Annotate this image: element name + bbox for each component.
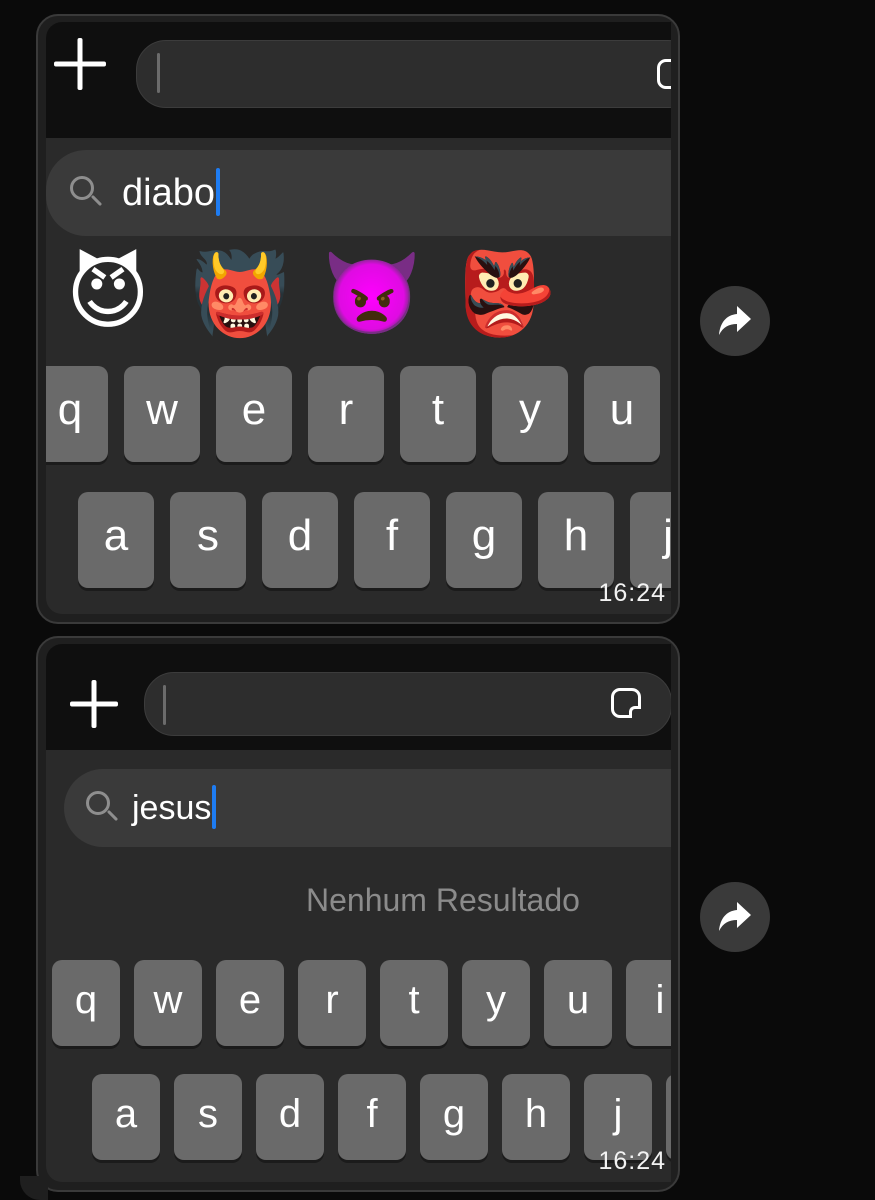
screenshot-image-2: jesus Nenhum Resultado q w e r t y u i a… xyxy=(46,644,671,1182)
text-cursor xyxy=(163,685,166,725)
text-cursor xyxy=(157,53,160,93)
emoji-search-bar[interactable]: diabo xyxy=(46,150,671,236)
key-d[interactable]: d xyxy=(256,1074,324,1160)
key-h[interactable]: h xyxy=(502,1074,570,1160)
text-cursor xyxy=(215,167,220,216)
sticker-icon[interactable] xyxy=(611,688,641,718)
angry-devil-emoji[interactable]: 👿 xyxy=(322,244,422,344)
share-icon xyxy=(719,902,751,931)
plus-icon[interactable] xyxy=(70,680,118,728)
key-u[interactable]: u xyxy=(584,366,660,462)
key-j[interactable]: j xyxy=(630,492,671,588)
message-timestamp: 16:24 xyxy=(598,1147,666,1175)
message-bubble-1[interactable]: diabo 😈 👹 👿 👺 q w e r t y u a s d f g h … xyxy=(36,14,680,624)
message-timestamp: 16:24 xyxy=(598,579,666,607)
key-y[interactable]: y xyxy=(492,366,568,462)
screenshot-image-1: diabo 😈 👹 👿 👺 q w e r t y u a s d f g h … xyxy=(46,22,671,614)
key-d[interactable]: d xyxy=(262,492,338,588)
message-bubble-2[interactable]: jesus Nenhum Resultado q w e r t y u i a… xyxy=(36,636,680,1192)
key-f[interactable]: f xyxy=(338,1074,406,1160)
plus-icon[interactable] xyxy=(54,38,106,90)
key-r[interactable]: r xyxy=(298,960,366,1046)
bubble-tail xyxy=(20,1176,48,1200)
key-t[interactable]: t xyxy=(400,366,476,462)
share-icon xyxy=(719,306,751,335)
emoji-search-input[interactable]: diabo xyxy=(122,167,220,216)
emoji-search-bar[interactable]: jesus xyxy=(64,769,671,847)
key-a[interactable]: a xyxy=(92,1074,160,1160)
no-results-message: Nenhum Resultado xyxy=(306,882,580,918)
ogre-emoji[interactable]: 👹 xyxy=(190,244,290,344)
key-a[interactable]: a xyxy=(78,492,154,588)
key-t[interactable]: t xyxy=(380,960,448,1046)
key-q[interactable]: q xyxy=(46,366,108,462)
key-y[interactable]: y xyxy=(462,960,530,1046)
search-icon xyxy=(70,176,94,200)
key-w[interactable]: w xyxy=(134,960,202,1046)
key-s[interactable]: s xyxy=(174,1074,242,1160)
emoji-search-input[interactable]: jesus xyxy=(132,785,217,830)
smiling-devil-emoji[interactable]: 😈 xyxy=(58,244,158,344)
key-s[interactable]: s xyxy=(170,492,246,588)
key-e[interactable]: e xyxy=(216,960,284,1046)
message-input[interactable] xyxy=(136,40,671,108)
key-q[interactable]: q xyxy=(52,960,120,1046)
key-u[interactable]: u xyxy=(544,960,612,1046)
composer-bar xyxy=(46,22,671,138)
key-r[interactable]: r xyxy=(308,366,384,462)
search-icon xyxy=(86,791,110,815)
key-e[interactable]: e xyxy=(216,366,292,462)
goblin-emoji[interactable]: 👺 xyxy=(456,244,556,344)
key-w[interactable]: w xyxy=(124,366,200,462)
share-button[interactable] xyxy=(700,882,770,952)
composer-bar xyxy=(46,644,671,750)
share-button[interactable] xyxy=(700,286,770,356)
key-k-partial xyxy=(666,1074,671,1160)
key-g[interactable]: g xyxy=(446,492,522,588)
text-cursor xyxy=(212,785,217,830)
sticker-icon[interactable] xyxy=(657,59,671,89)
key-f[interactable]: f xyxy=(354,492,430,588)
key-i[interactable]: i xyxy=(626,960,671,1046)
key-g[interactable]: g xyxy=(420,1074,488,1160)
message-input[interactable] xyxy=(144,672,671,736)
key-h[interactable]: h xyxy=(538,492,614,588)
